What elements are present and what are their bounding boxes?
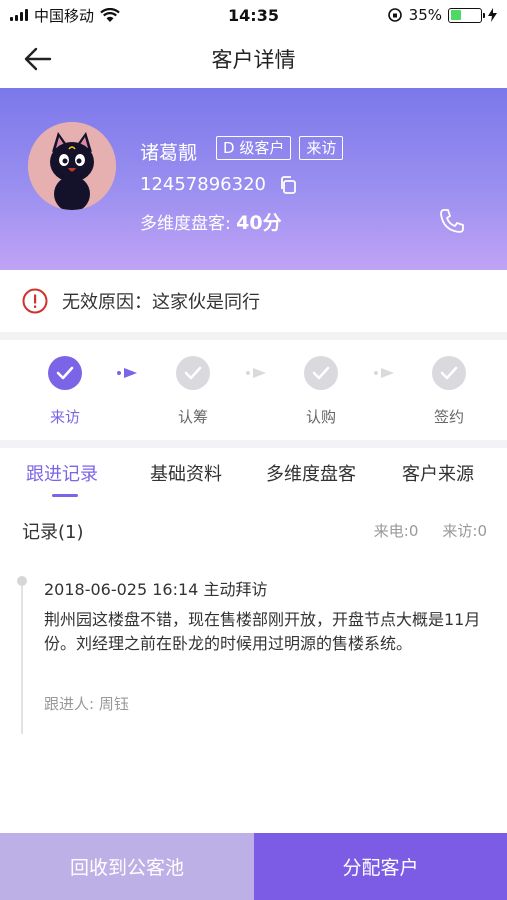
timeline-line bbox=[21, 586, 23, 734]
record-body: 荆州园这楼盘不错，现在售楼部刚开放，开盘节点大概是11月份。刘经理之前在卧龙的时… bbox=[44, 610, 481, 653]
score-row: 多维度盘客: 40分 bbox=[140, 208, 282, 235]
assign-customer-button[interactable]: 分配客户 bbox=[254, 833, 507, 900]
step-label: 认购 bbox=[305, 408, 336, 426]
copy-icon[interactable] bbox=[278, 175, 298, 195]
signal-icon bbox=[10, 9, 28, 21]
step-label: 来访 bbox=[49, 408, 80, 426]
step-visit: 来访 bbox=[25, 356, 105, 427]
customer-name: 诸葛靓 bbox=[140, 142, 198, 164]
tab-customer-source[interactable]: 客户来源 bbox=[402, 460, 474, 486]
step-arrow-icon bbox=[246, 368, 266, 378]
tab-indicator bbox=[52, 494, 78, 497]
orientation-lock-icon bbox=[387, 8, 402, 22]
step-subscribe: 认购 bbox=[281, 356, 361, 427]
records-section: 记录(1) 来电:0 来访:0 2018-06-025 16:14 主动拜访 荆… bbox=[0, 500, 507, 833]
step-sign: 签约 bbox=[409, 356, 489, 427]
phone-call-icon[interactable] bbox=[437, 206, 467, 236]
customer-header: 诸葛靓 D 级客户 来访 12457896320 多维度盘客: 40分 bbox=[0, 88, 507, 270]
step-pledge: 认筹 bbox=[153, 356, 233, 427]
score-label: 多维度盘客: bbox=[140, 214, 231, 234]
battery-fill bbox=[450, 10, 461, 20]
recycle-to-pool-button[interactable]: 回收到公客池 bbox=[0, 833, 254, 900]
charging-icon bbox=[488, 8, 497, 22]
check-icon bbox=[304, 356, 338, 390]
bottom-action-bar: 回收到公客池 分配客户 bbox=[0, 833, 507, 900]
invalid-reason-bar: 无效原因：这家伙是同行 bbox=[0, 270, 507, 332]
step-label: 认筹 bbox=[177, 408, 208, 426]
records-title: 记录(1) bbox=[22, 522, 84, 543]
check-icon bbox=[176, 356, 210, 390]
back-arrow-icon[interactable] bbox=[22, 44, 54, 74]
timeline-dot bbox=[17, 576, 27, 586]
step-arrow-icon bbox=[374, 368, 394, 378]
phone-row: 12457896320 bbox=[140, 174, 298, 195]
status-left: 中国移动 bbox=[10, 5, 180, 26]
call-count: 来电:0 bbox=[373, 522, 419, 540]
tab-basic-info[interactable]: 基础资料 bbox=[150, 460, 222, 486]
warning-icon bbox=[22, 288, 48, 314]
visit-count: 来访:0 bbox=[442, 522, 487, 540]
check-icon bbox=[432, 356, 466, 390]
progress-steps: 来访 认筹 认购 签约 bbox=[0, 340, 507, 440]
record-owner: 跟进人: 周钰 bbox=[44, 695, 129, 713]
customer-tags: D 级客户 来访 bbox=[216, 136, 344, 160]
wifi-icon bbox=[100, 7, 120, 22]
nav-bar: 客户详情 bbox=[0, 30, 507, 88]
tab-multi-dimension[interactable]: 多维度盘客 bbox=[266, 460, 356, 486]
invalid-reason-text: 无效原因：这家伙是同行 bbox=[62, 292, 260, 313]
step-arrow-icon bbox=[117, 368, 137, 378]
status-right: 35% bbox=[327, 6, 497, 24]
avatar bbox=[28, 122, 116, 210]
cat-avatar-icon bbox=[28, 122, 116, 210]
level-tag: D 级客户 bbox=[216, 136, 292, 160]
records-stats: 来电:0 来访:0 bbox=[374, 520, 487, 541]
battery-icon bbox=[448, 7, 485, 23]
tab-follow-records[interactable]: 跟进记录 bbox=[26, 460, 98, 486]
carrier-name: 中国移动 bbox=[34, 6, 95, 25]
record-time: 2018-06-025 16:14 主动拜访 bbox=[44, 580, 268, 599]
battery-percent: 35% bbox=[408, 6, 442, 24]
page-title: 客户详情 bbox=[211, 48, 296, 72]
score-value: 40分 bbox=[236, 212, 282, 234]
step-label: 签约 bbox=[433, 408, 464, 426]
detail-tabs: 跟进记录 基础资料 多维度盘客 客户来源 bbox=[0, 448, 507, 500]
status-bar: 中国移动 14:35 35% bbox=[0, 0, 507, 30]
visit-tag: 来访 bbox=[299, 136, 344, 160]
check-icon bbox=[48, 356, 82, 390]
customer-phone: 12457896320 bbox=[140, 174, 266, 195]
status-time: 14:35 bbox=[228, 5, 279, 25]
